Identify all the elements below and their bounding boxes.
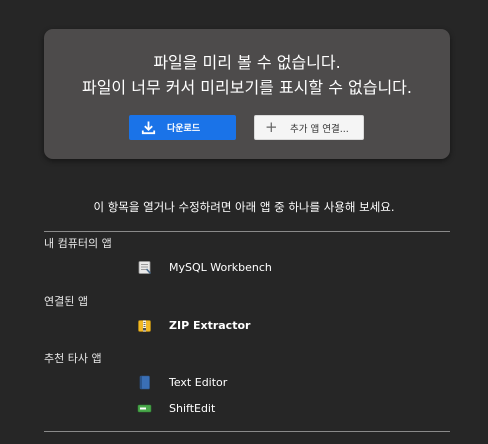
zip-extractor-icon [137,318,152,333]
divider [44,431,450,432]
app-item-mysql-workbench[interactable]: MySQL Workbench [137,259,272,275]
app-item-shiftedit[interactable]: ShiftEdit [137,400,215,416]
connect-more-apps-button[interactable]: + 추가 앱 연결... [254,115,364,140]
section-heading-suggested: 추천 타사 앱 [44,352,102,365]
shiftedit-icon [137,401,152,416]
preview-message-title: 파일을 미리 볼 수 없습니다. [153,53,341,72]
download-icon [141,120,156,135]
plus-icon: + [265,118,278,136]
app-label: ShiftEdit [169,401,216,415]
app-label: Text Editor [169,375,228,389]
app-item-zip-extractor[interactable]: ZIP Extractor [137,317,250,333]
connect-more-apps-label: 추가 앱 연결... [290,123,349,135]
open-with-instruction: 이 항목을 열거나 수정하려면 아래 앱 중 하나를 사용해 보세요. [93,200,395,214]
download-button[interactable]: 다운로드 [129,115,236,140]
app-label: ZIP Extractor [169,318,251,332]
divider [44,231,450,232]
mysql-workbench-icon [137,260,152,275]
section-heading-connected: 연결된 앱 [44,295,88,308]
app-item-text-editor[interactable]: Text Editor [137,374,227,390]
section-heading-my-computer: 내 컴퓨터의 앱 [44,237,112,250]
download-button-label: 다운로드 [167,124,201,134]
text-editor-icon [137,375,152,390]
preview-message-detail: 파일이 너무 커서 미리보기를 표시할 수 없습니다. [81,78,412,97]
app-label: MySQL Workbench [169,260,272,274]
preview-unavailable-card: 파일을 미리 볼 수 없습니다. 파일이 너무 커서 미리보기를 표시할 수 없… [44,29,450,159]
